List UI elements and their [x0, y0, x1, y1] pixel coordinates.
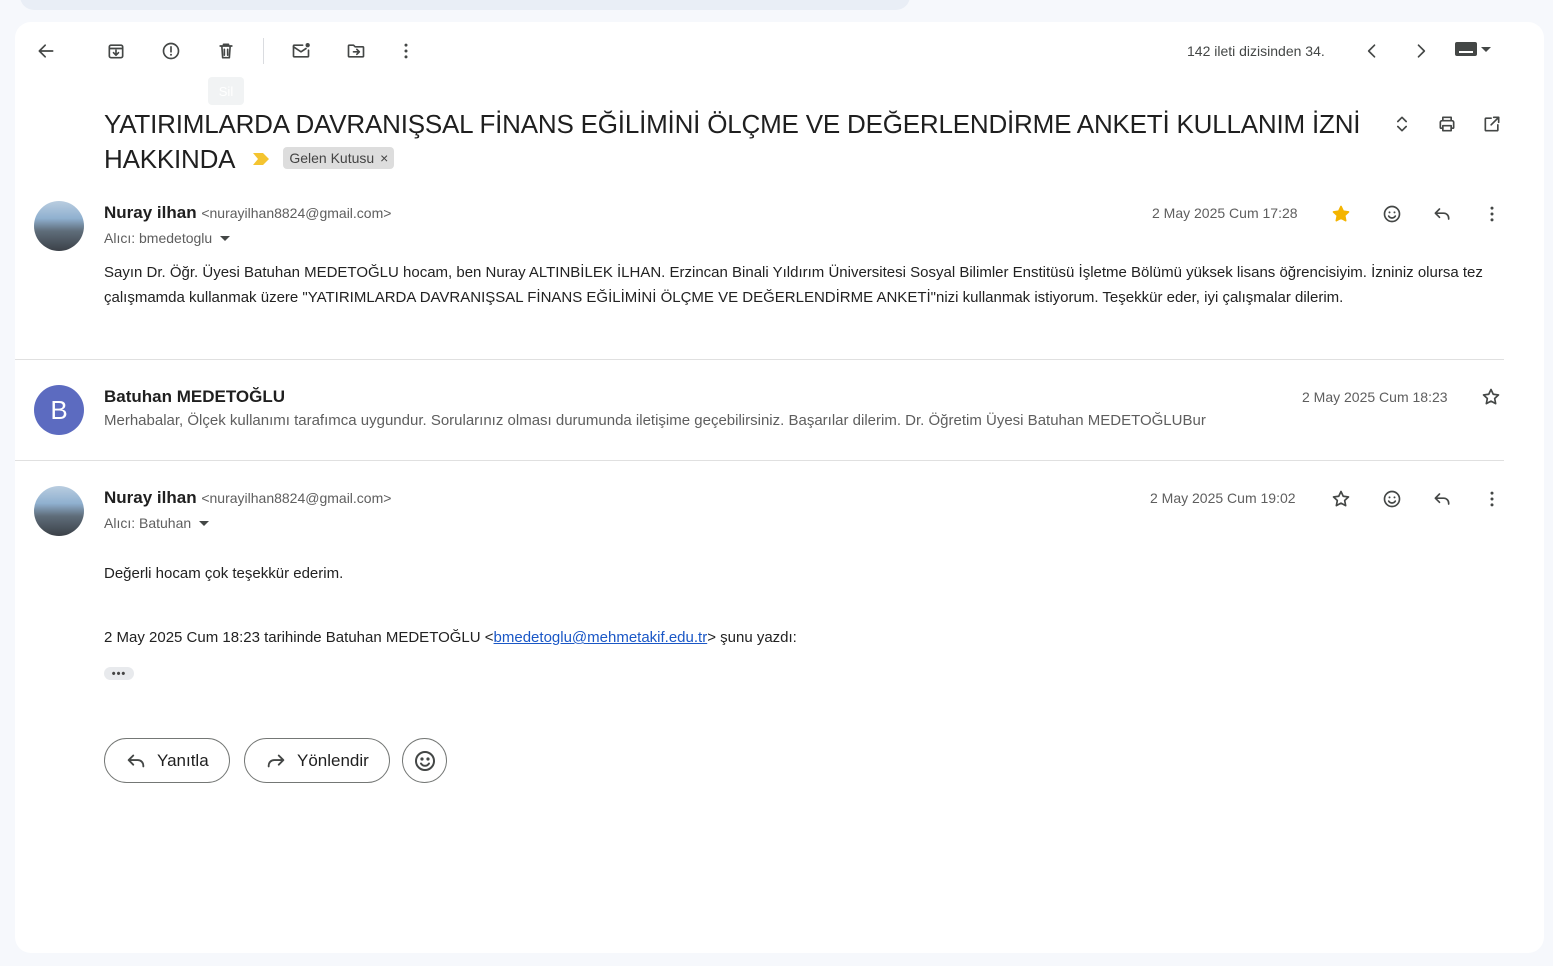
quote-attribution: 2 May 2025 Cum 18:23 tarihinde Batuhan M… [104, 629, 797, 646]
star-icon [1332, 490, 1350, 507]
expand-all-button[interactable] [1384, 106, 1420, 142]
sender-email: <nurayilhan8824@gmail.com> [201, 205, 392, 221]
delete-button[interactable] [208, 33, 244, 69]
delete-tooltip: Sil [208, 77, 244, 105]
message-date: 2 May 2025 Cum 18:23 [1302, 389, 1448, 405]
open-new-window-icon [1484, 116, 1500, 132]
input-tools-button[interactable] [1455, 42, 1491, 56]
recipient-text: Alıcı: Batuhan [104, 515, 192, 531]
star-icon [1482, 388, 1500, 405]
toolbar-divider [263, 38, 264, 64]
print-all-button[interactable] [1429, 106, 1465, 142]
recipient-line[interactable]: Alıcı: Batuhan [104, 515, 210, 531]
reaction-pill-button[interactable] [402, 738, 447, 783]
message-date: 2 May 2025 Cum 19:02 [1150, 490, 1296, 506]
thread-counter: 142 ileti dizisinden 34. [1187, 43, 1325, 59]
sender-line: Nuray ilhan <nurayilhan8824@gmail.com> [104, 488, 391, 508]
avatar[interactable] [34, 201, 84, 251]
move-to-button[interactable] [338, 33, 374, 69]
mark-unread-icon [292, 43, 310, 58]
message-more-button[interactable] [1474, 481, 1510, 517]
open-new-window-button[interactable] [1474, 106, 1510, 142]
inbox-label-chip[interactable]: Gelen Kutusu × [283, 147, 395, 170]
archive-button[interactable] [98, 33, 134, 69]
sender-line[interactable]: Batuhan MEDETOĞLU [104, 387, 285, 407]
chevron-left-icon [1367, 44, 1376, 58]
caret-down-icon [1481, 46, 1491, 52]
recipient-text: Alıcı: bmedetoglu [104, 230, 213, 246]
reply-button[interactable] [1424, 196, 1460, 232]
reply-button[interactable] [1424, 481, 1460, 517]
forward-pill-button[interactable]: Yönlendir [244, 738, 390, 783]
avatar[interactable]: B [34, 385, 84, 435]
forward-icon [267, 754, 285, 767]
mark-unread-button[interactable] [283, 33, 319, 69]
sender-name[interactable]: Nuray ilhan [104, 488, 197, 507]
label-text: Gelen Kutusu [289, 150, 375, 167]
message-snippet[interactable]: Merhabalar, Ölçek kullanımı tarafımca uy… [104, 412, 1206, 429]
reply-icon [1434, 208, 1450, 220]
add-reaction-button[interactable] [1374, 481, 1410, 517]
back-arrow-icon [38, 44, 54, 58]
more-actions-button[interactable] [388, 33, 424, 69]
sender-name[interactable]: Batuhan MEDETOĞLU [104, 387, 285, 406]
sender-name[interactable]: Nuray ilhan [104, 203, 197, 222]
print-icon [1439, 116, 1455, 132]
star-icon [1332, 205, 1350, 222]
report-spam-icon [162, 42, 180, 60]
report-spam-button[interactable] [153, 33, 189, 69]
reply-pill-button[interactable]: Yanıtla [104, 738, 230, 783]
recipient-line[interactable]: Alıcı: bmedetoglu [104, 230, 231, 246]
message-date: 2 May 2025 Cum 17:28 [1152, 205, 1298, 221]
sender-line: Nuray ilhan <nurayilhan8824@gmail.com> [104, 203, 391, 223]
star-button[interactable] [1323, 481, 1359, 517]
emoji-icon [1383, 490, 1401, 508]
add-reaction-button[interactable] [1374, 196, 1410, 232]
caret-down-icon[interactable] [199, 520, 210, 526]
emoji-icon [1383, 205, 1401, 223]
message-body: Değerli hocam çok teşekkür ederim. [104, 565, 344, 582]
more-vert-icon [404, 43, 408, 59]
message-divider [15, 460, 1504, 461]
back-button[interactable] [28, 33, 64, 69]
reply-icon [1434, 493, 1450, 505]
quote-prefix: 2 May 2025 Cum 18:23 tarihinde Batuhan M… [104, 629, 494, 646]
message-body: Sayın Dr. Öğr. Üyesi Batuhan MEDETOĞLU h… [104, 264, 1483, 306]
message-divider [15, 359, 1504, 360]
avatar[interactable] [34, 486, 84, 536]
quote-suffix: > şunu yazdı: [707, 629, 797, 646]
forward-label: Yönlendir [297, 750, 369, 770]
keyboard-icon [1455, 42, 1477, 56]
search-bar-edge [20, 0, 910, 10]
newer-button[interactable] [1354, 33, 1390, 69]
show-trimmed-content-button[interactable]: ••• [104, 667, 134, 680]
sender-email: <nurayilhan8824@gmail.com> [201, 490, 392, 506]
more-vert-icon [1490, 206, 1494, 222]
emoji-icon [414, 750, 435, 771]
reply-label: Yanıtla [157, 750, 209, 770]
reply-icon [127, 754, 145, 767]
star-button[interactable] [1323, 196, 1359, 232]
archive-icon [108, 44, 124, 59]
remove-label-icon[interactable]: × [380, 147, 388, 169]
trash-icon [219, 43, 233, 59]
caret-down-icon[interactable] [220, 235, 231, 241]
more-vert-icon [1490, 491, 1494, 507]
subject-heading: YATIRIMLARDA DAVRANIŞSAL FİNANS EĞİLİMİN… [104, 107, 1374, 177]
quote-email-link[interactable]: bmedetoglu@mehmetakif.edu.tr [494, 629, 708, 646]
message-more-button[interactable] [1474, 196, 1510, 232]
expand-all-icon [1397, 116, 1407, 132]
chevron-right-icon [1417, 44, 1426, 58]
star-button[interactable] [1473, 379, 1509, 415]
move-to-icon [347, 44, 365, 58]
older-button[interactable] [1403, 33, 1439, 69]
message-panel: Sil 142 ileti dizisinden 34. YATIRIMLARD… [15, 22, 1544, 953]
important-marker-icon[interactable] [253, 153, 270, 166]
